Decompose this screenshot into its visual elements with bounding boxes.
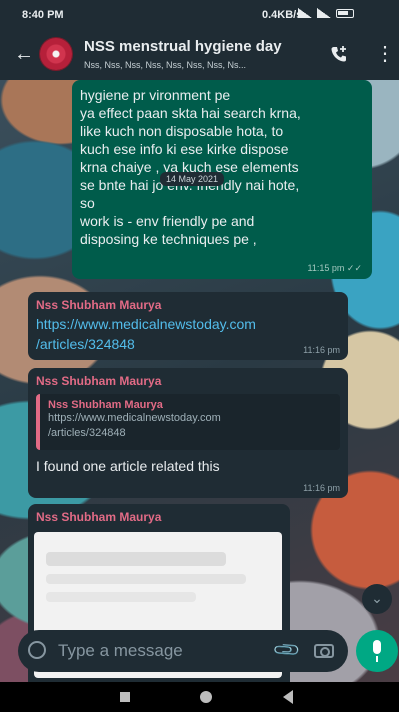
status-bar: 8:40 PM 0.4KB/s [0,0,399,30]
screen: 8:40 PM 0.4KB/s ← NSS menstrual hygiene … [0,0,399,712]
add-call-icon[interactable] [330,45,348,63]
quoted-message[interactable]: Nss Shubham Maurya https://www.medicalne… [36,394,340,450]
mic-icon-stem [376,656,378,662]
message-input-field[interactable]: Type a message 📎 [18,630,348,672]
blurred-content [46,574,246,584]
emoji-icon[interactable] [28,641,46,659]
mic-button[interactable] [356,630,398,672]
home-icon[interactable] [200,691,212,703]
more-vertical-icon[interactable]: ⋮ [375,41,395,66]
sender-name[interactable]: Nss Shubham Maurya [36,374,340,388]
arrow-left-icon[interactable]: ← [14,43,34,66]
date-chip: 14 May 2021 [160,172,225,186]
attach-icon[interactable]: 📎 [272,635,303,666]
message-link[interactable]: https://www.medicalnewstoday.com /articl… [36,314,340,354]
status-time: 8:40 PM [22,9,64,21]
sender-name[interactable]: Nss Shubham Maurya [36,510,284,524]
back-triangle-icon[interactable] [283,690,293,704]
blurred-content [46,552,226,566]
status-icons [298,8,354,18]
chat-area[interactable]: hygiene pr vironment pe ya effect paan s… [0,80,399,682]
signal-icon [298,8,312,18]
signal-icon-2 [317,8,331,18]
battery-icon [336,8,354,18]
message-text: I found one article related this [36,458,220,474]
network-speed: 0.4KB/s [262,9,303,21]
double-check-icon: ✓✓ [346,263,362,273]
message-time: 11:16 pm [303,483,340,493]
quoted-text: https://www.medicalnewstoday.com /articl… [48,412,221,439]
message-input[interactable]: Type a message [58,641,183,661]
mic-icon [373,640,381,654]
message-time: 11:15 pm ✓✓ [307,263,362,273]
blurred-content [46,592,196,602]
group-title[interactable]: NSS menstrual hygiene day [84,38,282,55]
scroll-down-button[interactable]: ⌄ [362,584,392,614]
group-members: Nss, Nss, Nss, Nss, Nss, Nss, Nss, Ns... [84,60,247,70]
quoted-sender: Nss Shubham Maurya [48,399,163,411]
input-bar: Type a message 📎 [0,622,399,682]
message-text: hygiene pr vironment pe ya effect paan s… [80,87,301,247]
message-time: 11:16 pm [303,345,340,355]
sender-name[interactable]: Nss Shubham Maurya [36,298,340,312]
system-nav-bar [0,682,399,712]
message-incoming[interactable]: Nss Shubham Maurya https://www.medicalne… [28,292,348,360]
recents-icon[interactable] [120,692,130,702]
message-incoming-reply[interactable]: Nss Shubham Maurya Nss Shubham Maurya ht… [28,368,348,498]
chat-header[interactable]: ← NSS menstrual hygiene day Nss, Nss, Ns… [0,30,399,80]
group-avatar[interactable] [40,38,72,70]
camera-icon[interactable] [314,644,334,658]
